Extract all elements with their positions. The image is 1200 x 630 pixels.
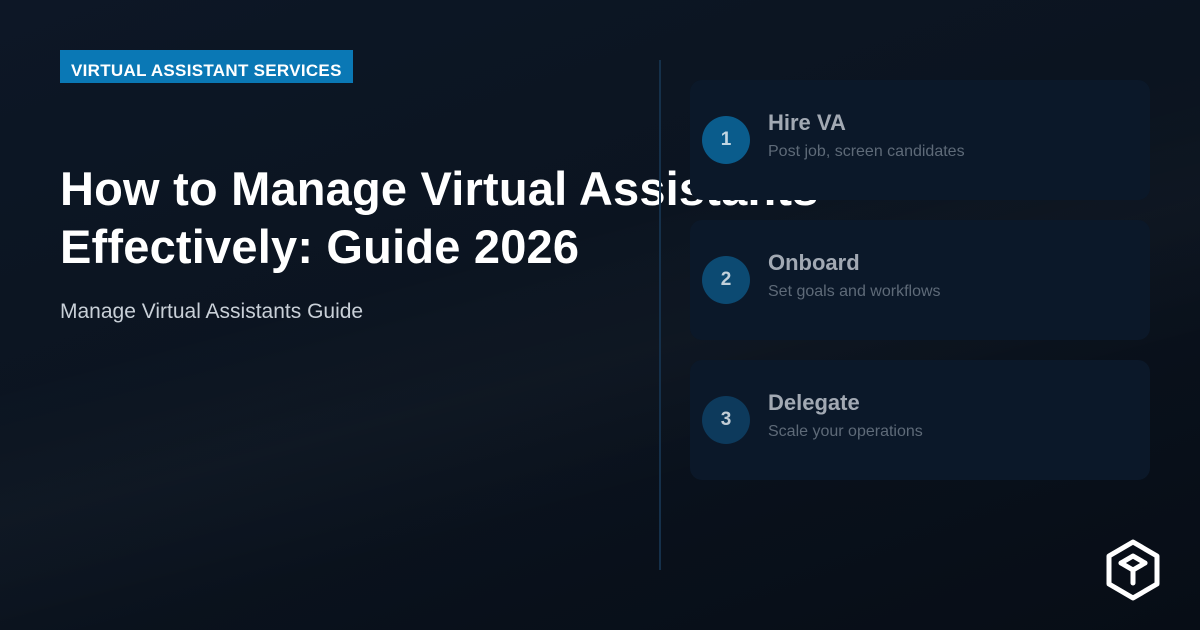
step-title: Onboard [768, 250, 860, 275]
step-number-badge: 3 [702, 396, 750, 444]
page-subtitle: Manage Virtual Assistants Guide [60, 300, 364, 323]
step-description: Post job, screen candidates [768, 143, 965, 160]
step-card-onboard: 2 Onboard Set goals and workflows [690, 220, 1150, 340]
title-line-2: Effectively: Guide 2026 [60, 220, 580, 273]
step-title: Delegate [768, 390, 860, 415]
step-number-badge: 2 [702, 256, 750, 304]
step-title: Hire VA [768, 110, 846, 135]
step-description: Set goals and workflows [768, 283, 941, 300]
step-card-hire: 1 Hire VA Post job, screen candidates [690, 80, 1150, 200]
step-card-delegate: 3 Delegate Scale your operations [690, 360, 1150, 480]
vertical-divider [659, 60, 661, 570]
step-number-badge: 1 [702, 116, 750, 164]
step-description: Scale your operations [768, 423, 923, 440]
cube-hexagon-logo-icon [1106, 539, 1160, 601]
category-badge: VIRTUAL ASSISTANT SERVICES [60, 50, 353, 83]
